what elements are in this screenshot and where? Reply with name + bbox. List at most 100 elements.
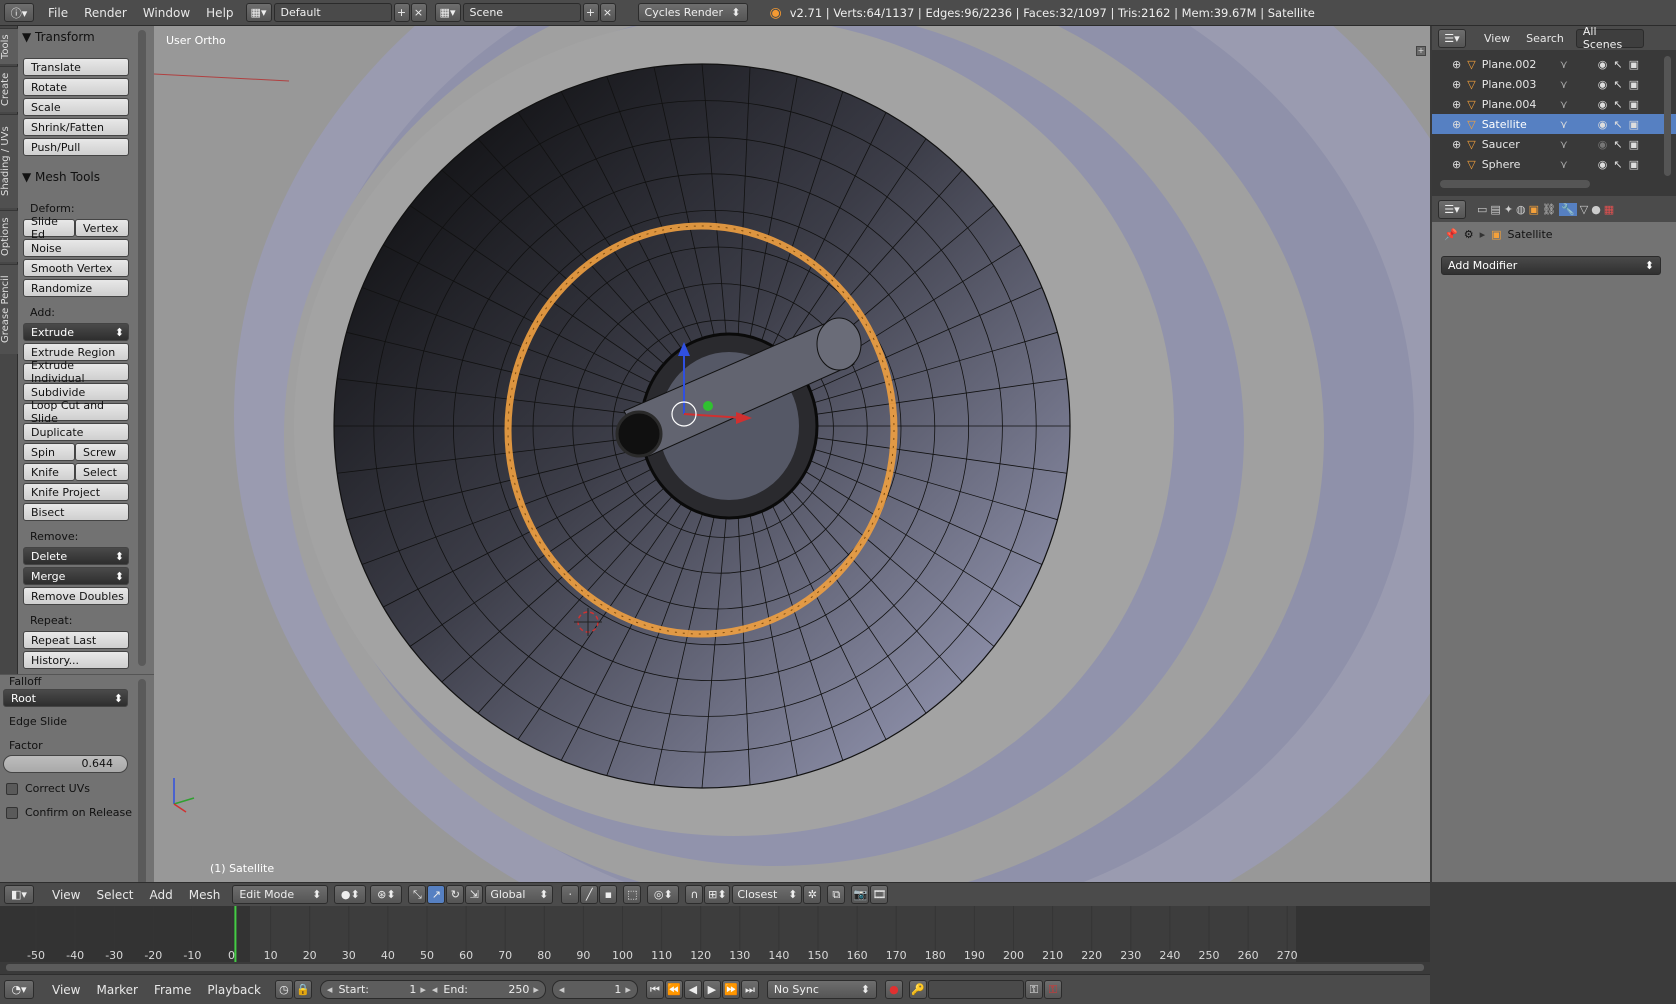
add-menu[interactable]: Add xyxy=(142,888,181,902)
vertex-select-icon[interactable]: ⋅ xyxy=(561,885,580,904)
snap-align-icon[interactable]: ✲ xyxy=(803,885,822,904)
view-menu[interactable]: View xyxy=(44,888,88,902)
loop-cut-button[interactable]: Loop Cut and Slide xyxy=(23,399,129,425)
editor-type-info-icon[interactable]: ⓘ▾ xyxy=(4,3,34,22)
outliner-item-name[interactable]: Saucer xyxy=(1482,138,1546,151)
outliner-item-name[interactable]: Satellite xyxy=(1482,118,1546,131)
view3d-editor-icon[interactable]: ◧▾ xyxy=(4,885,34,904)
eye-hidden-icon[interactable]: ◉ xyxy=(1598,138,1608,151)
transform-panel-header[interactable]: ▼ Transform xyxy=(22,30,95,44)
eye-icon[interactable]: ◉ xyxy=(1598,98,1608,111)
operator-scrollbar[interactable] xyxy=(138,679,146,885)
outliner-vscrollbar[interactable] xyxy=(1664,56,1671,176)
render-engine-select[interactable]: Cycles Render ⬍ xyxy=(637,3,748,22)
slide-vertex-button[interactable]: Vertex xyxy=(75,219,129,237)
expand-icon[interactable]: ⊕ xyxy=(1452,158,1461,171)
eye-icon[interactable]: ◉ xyxy=(1598,118,1608,131)
constraints-tab-icon[interactable]: ⛓ xyxy=(1542,203,1556,216)
camera-render-icon[interactable]: ▣ xyxy=(1629,98,1639,111)
current-frame-value[interactable]: 1 xyxy=(614,983,621,996)
cursor-select-icon[interactable]: ↖ xyxy=(1613,58,1622,71)
merge-menu[interactable]: Merge ⬍ xyxy=(23,567,129,585)
render-still-icon[interactable]: 📷 xyxy=(851,885,870,904)
tab-shading-uvs[interactable]: Shading / UVs xyxy=(0,114,18,208)
camera-render-icon[interactable]: ▣ xyxy=(1629,78,1639,91)
remove-doubles-button[interactable]: Remove Doubles xyxy=(23,587,129,605)
mode-select[interactable]: Edit Mode ⬍ xyxy=(232,885,329,904)
menu-file[interactable]: File xyxy=(40,6,76,20)
outliner-item-name[interactable]: Sphere xyxy=(1482,158,1546,171)
snap-toggle-icon[interactable]: ∩ xyxy=(685,885,704,904)
keying-set-field[interactable] xyxy=(927,980,1024,999)
render-layers-tab-icon[interactable]: ▤ xyxy=(1490,203,1500,216)
rotate-button[interactable]: Rotate xyxy=(23,78,129,96)
factor-slider[interactable]: 0.644 xyxy=(3,755,128,773)
randomize-button[interactable]: Randomize xyxy=(23,279,129,297)
outliner-search-menu[interactable]: Search xyxy=(1518,32,1572,45)
expand-icon[interactable]: ⊕ xyxy=(1452,98,1461,111)
screw-button[interactable]: Screw xyxy=(75,443,129,461)
smooth-vertex-button[interactable]: Smooth Vertex xyxy=(23,259,129,277)
knife-button[interactable]: Knife xyxy=(23,463,75,481)
outliner-view-menu[interactable]: View xyxy=(1476,32,1518,45)
data-tab-icon[interactable]: ▽ xyxy=(1580,203,1588,216)
scale-manipulator-icon[interactable]: ⇲ xyxy=(465,885,484,904)
mesh-tools-panel-header[interactable]: ▼ Mesh Tools xyxy=(22,170,100,184)
delete-menu[interactable]: Delete ⬍ xyxy=(23,547,129,565)
menu-window[interactable]: Window xyxy=(135,6,198,20)
falloff-select[interactable]: Root ⬍ xyxy=(3,689,128,707)
jump-keyframe-back-icon[interactable]: ⏪ xyxy=(664,980,683,999)
current-frame-field[interactable]: ◂ 1 ▸ xyxy=(551,980,638,999)
tab-grease-pencil[interactable]: Grease Pencil xyxy=(0,264,18,354)
outliner-item-name[interactable]: Plane.003 xyxy=(1482,78,1546,91)
manipulator-toggle-icon[interactable]: ⤡ xyxy=(408,885,427,904)
extrude-individual-button[interactable]: Extrude Individual xyxy=(23,359,129,385)
properties-editor-icon[interactable]: ☰▾ xyxy=(1438,199,1466,219)
select-menu[interactable]: Select xyxy=(88,888,141,902)
modifiers-tab-icon[interactable]: 🔧 xyxy=(1559,202,1577,216)
orientation-select[interactable]: Global ⬍ xyxy=(485,885,554,904)
outliner-editor-icon[interactable]: ☰▾ xyxy=(1438,28,1466,48)
camera-render-icon[interactable]: ▣ xyxy=(1629,118,1639,131)
start-value[interactable]: 1 xyxy=(409,983,416,996)
bisect-button[interactable]: Bisect xyxy=(23,503,129,521)
slide-edge-button[interactable]: Slide Ed xyxy=(23,215,75,241)
decrement-icon[interactable]: ◂ xyxy=(432,983,438,996)
eye-icon[interactable]: ◉ xyxy=(1598,78,1608,91)
history-button[interactable]: History... xyxy=(23,651,129,669)
timeline-editor-icon[interactable]: ◔▾ xyxy=(4,980,34,999)
outliner-display-select[interactable]: All Scenes xyxy=(1575,25,1644,51)
repeat-last-button[interactable]: Repeat Last xyxy=(23,631,129,649)
snap-element-icon[interactable]: ⊞⬍ xyxy=(704,885,731,904)
render-tab-icon[interactable]: ▭ xyxy=(1477,203,1487,216)
scene-icon[interactable]: ▦▾ xyxy=(434,3,461,22)
object-tab-icon[interactable]: ▣ xyxy=(1529,203,1539,216)
timeline-hscrollbar[interactable] xyxy=(6,964,1424,971)
material-tab-icon[interactable]: ● xyxy=(1591,203,1601,216)
extrude-menu[interactable]: Extrude ⬍ xyxy=(23,323,129,341)
outliner-hscrollbar[interactable] xyxy=(1440,180,1590,188)
increment-icon[interactable]: ▸ xyxy=(420,983,426,996)
scene-field[interactable]: Scene xyxy=(462,3,581,22)
expand-icon[interactable]: ⊕ xyxy=(1452,78,1461,91)
eye-icon[interactable]: ◉ xyxy=(1598,158,1608,171)
knife-select-button[interactable]: Select xyxy=(75,463,129,481)
keying-set-icon[interactable]: 🔑 xyxy=(908,980,927,999)
mesh-menu[interactable]: Mesh xyxy=(181,888,229,902)
add-modifier-button[interactable]: Add Modifier ⬍ xyxy=(1441,256,1661,275)
face-select-icon[interactable]: ▪ xyxy=(599,885,618,904)
lock-frame-icon[interactable]: 🔒 xyxy=(293,980,312,999)
outliner-row[interactable]: ⊕ ▽ Sphere ⋎ ◉ ↖ ▣ xyxy=(1432,154,1676,174)
outliner-item-name[interactable]: Plane.002 xyxy=(1482,58,1546,71)
outliner-row[interactable]: ⊕ ▽ Plane.004 ⋎ ◉ ↖ ▣ xyxy=(1432,94,1676,114)
camera-render-icon[interactable]: ▣ xyxy=(1629,158,1639,171)
snap-target-select[interactable]: Closest ⬍ xyxy=(732,885,803,904)
menu-help[interactable]: Help xyxy=(198,6,241,20)
current-frame-indicator[interactable] xyxy=(234,906,237,962)
cursor-select-icon[interactable]: ↖ xyxy=(1613,138,1622,151)
outliner-row-active[interactable]: ⊕ ▽ Satellite ⋎ ◉ ↖ ▣ xyxy=(1432,114,1676,134)
frame-menu[interactable]: Frame xyxy=(146,983,199,997)
tab-options[interactable]: Options xyxy=(0,210,18,262)
decrement-icon[interactable]: ◂ xyxy=(559,983,565,996)
cursor-select-icon[interactable]: ↖ xyxy=(1613,78,1622,91)
